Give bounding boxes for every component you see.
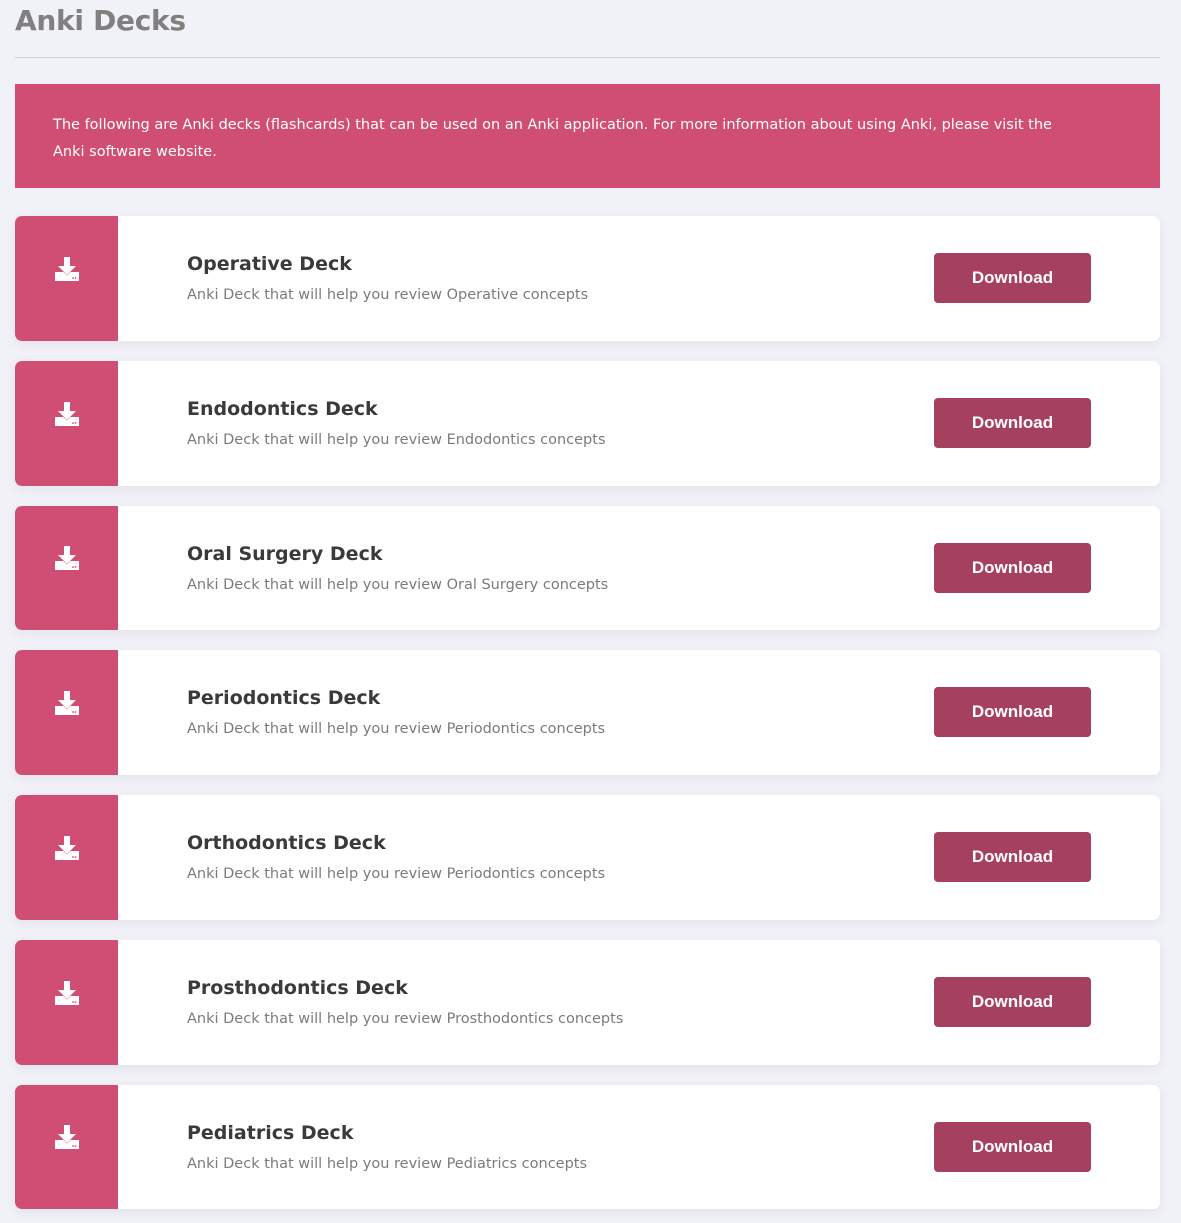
deck-icon-block (15, 506, 118, 630)
download-icon (54, 546, 79, 570)
download-button[interactable]: Download (934, 1122, 1091, 1172)
deck-list: Operative Deck Anki Deck that will help … (15, 216, 1160, 1209)
deck-card: Oral Surgery Deck Anki Deck that will he… (15, 506, 1160, 630)
download-button[interactable]: Download (934, 253, 1091, 303)
info-notice: The following are Anki decks (flashcards… (15, 84, 1160, 188)
deck-card: Prosthodontics Deck Anki Deck that will … (15, 940, 1160, 1065)
download-icon (54, 1125, 79, 1149)
download-button[interactable]: Download (934, 832, 1091, 882)
download-icon (54, 256, 79, 281)
deck-icon-block (15, 940, 118, 1065)
deck-card: Periodontics Deck Anki Deck that will he… (15, 650, 1160, 775)
deck-card: Endodontics Deck Anki Deck that will hel… (15, 361, 1160, 486)
deck-icon-block (15, 1085, 118, 1209)
deck-card: Pediatrics Deck Anki Deck that will help… (15, 1085, 1160, 1209)
download-button[interactable]: Download (934, 398, 1091, 448)
deck-icon-block (15, 650, 118, 775)
deck-icon-block (15, 361, 118, 486)
download-button[interactable]: Download (934, 977, 1091, 1027)
deck-card: Operative Deck Anki Deck that will help … (15, 216, 1160, 341)
page: Anki Decks The following are Anki decks … (0, 0, 1181, 1223)
download-icon (54, 690, 79, 715)
deck-icon-block (15, 795, 118, 920)
deck-card: Orthodontics Deck Anki Deck that will he… (15, 795, 1160, 920)
download-icon (54, 835, 79, 860)
download-icon (54, 401, 79, 426)
download-icon (54, 980, 79, 1005)
deck-icon-block (15, 216, 118, 341)
title-divider (15, 57, 1160, 58)
page-title: Anki Decks (15, 4, 186, 37)
download-button[interactable]: Download (934, 543, 1091, 593)
notice-text: The following are Anki decks (flashcards… (53, 117, 1052, 160)
download-button[interactable]: Download (934, 687, 1091, 737)
